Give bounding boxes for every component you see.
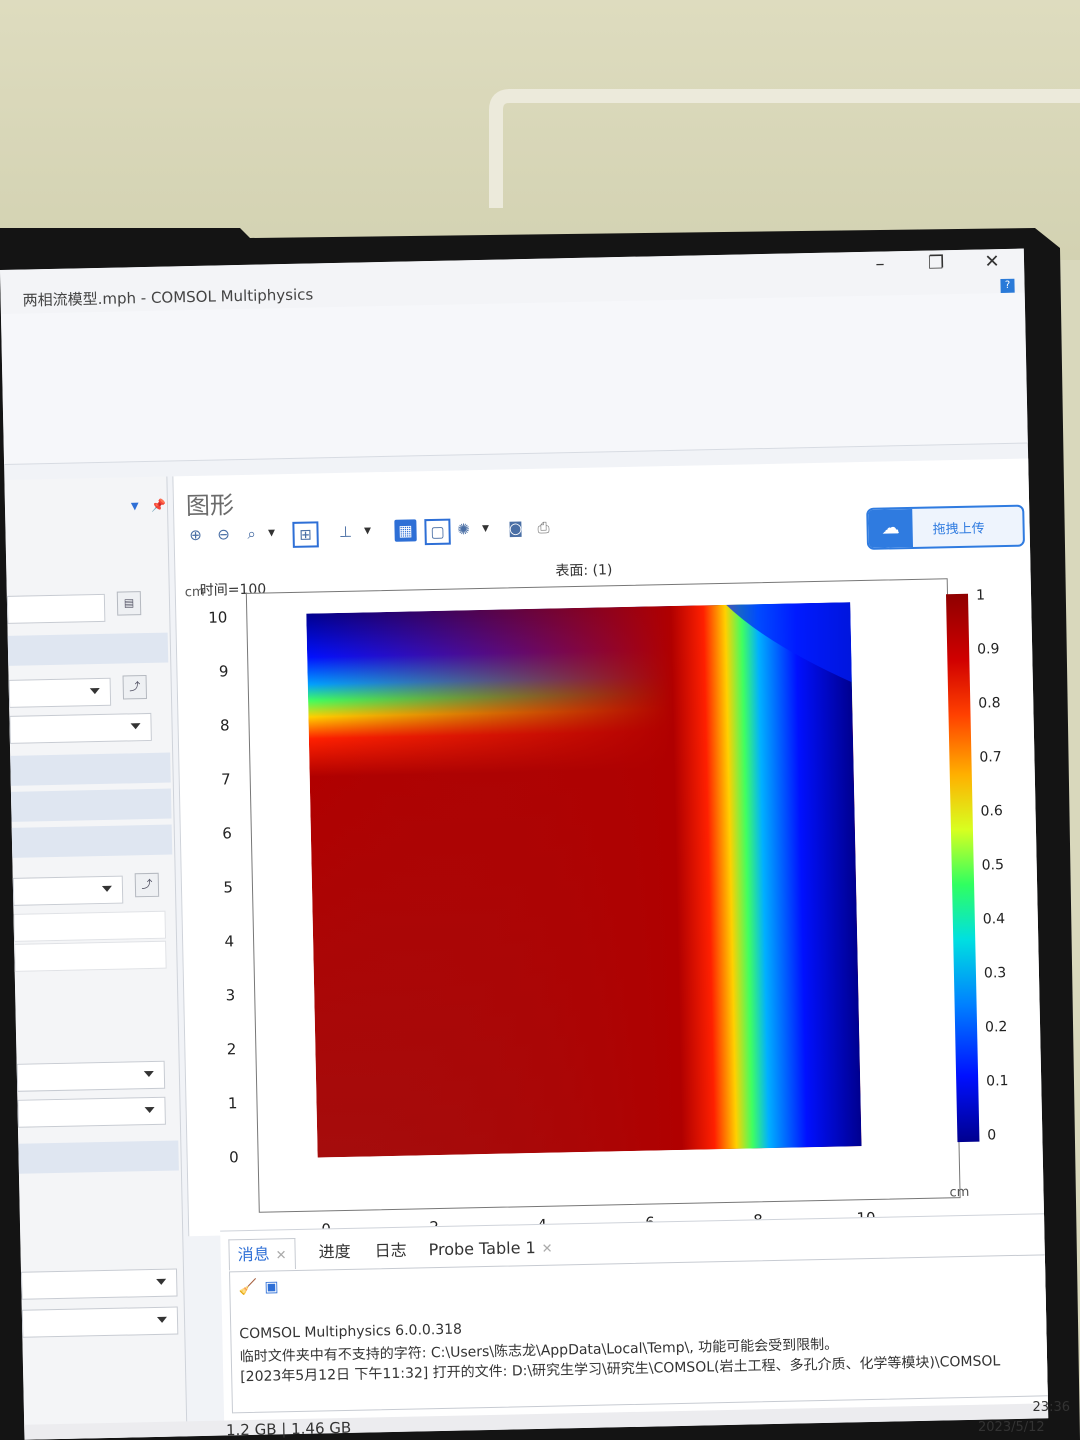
restore-icon[interactable]: ❐ bbox=[924, 252, 948, 273]
x-unit-label: cm bbox=[949, 1184, 970, 1201]
go-to-source-icon[interactable]: ⤴ bbox=[122, 675, 148, 700]
text-field[interactable] bbox=[14, 940, 167, 972]
y-tick: 9 bbox=[218, 662, 229, 681]
tab-probe-table[interactable]: Probe Table 1 ✕ bbox=[420, 1232, 561, 1265]
y-tick: 3 bbox=[225, 986, 236, 1005]
inherit-select[interactable] bbox=[21, 1306, 179, 1338]
minimize-icon[interactable]: – bbox=[868, 253, 892, 274]
upload-button[interactable]: ☁ 拖拽上传 bbox=[866, 504, 1026, 550]
y-tick: 1 bbox=[227, 1094, 238, 1113]
zoom-out-icon[interactable]: ⊖ bbox=[212, 523, 234, 545]
wall-cable bbox=[489, 89, 1080, 208]
label-field[interactable] bbox=[6, 593, 106, 624]
y-tick: 8 bbox=[219, 716, 230, 735]
cloud-upload-icon: ☁ bbox=[868, 508, 914, 548]
zoom-extents-icon[interactable]: ⊞ bbox=[292, 521, 319, 548]
scene-light-icon[interactable]: ✺ bbox=[452, 518, 474, 540]
frame-icon[interactable]: ▢ bbox=[424, 518, 451, 546]
section-header[interactable] bbox=[7, 632, 169, 666]
legend-tick: 0.8 bbox=[978, 695, 1001, 712]
legend-tick: 0.7 bbox=[979, 749, 1002, 766]
clock-date: 2023/5/12 bbox=[978, 1420, 1045, 1435]
legend-tick: 0.5 bbox=[981, 857, 1005, 874]
replace-expression-icon[interactable]: ⤴ bbox=[134, 872, 160, 898]
legend-tick: 1 bbox=[975, 587, 986, 604]
axis-icon[interactable]: ⊥ bbox=[334, 521, 356, 543]
dataset-select[interactable] bbox=[8, 677, 112, 708]
graphics-title: 图形 bbox=[185, 491, 235, 521]
legend-tick: 0 bbox=[987, 1127, 997, 1144]
screen: 两相流模型.mph - COMSOL Multiphysics – ❐ ✕ ? … bbox=[0, 248, 1049, 1440]
y-tick: 6 bbox=[222, 824, 233, 843]
section-header[interactable] bbox=[18, 1140, 179, 1174]
clock-time: 23:36 bbox=[1032, 1400, 1070, 1415]
y-tick: 7 bbox=[220, 770, 231, 789]
section-header[interactable] bbox=[11, 824, 173, 858]
color-table-select[interactable] bbox=[16, 1060, 166, 1092]
message-line: COMSOL Multiphysics 6.0.0.318 bbox=[239, 1321, 463, 1343]
quality-select[interactable] bbox=[20, 1268, 178, 1300]
tab-messages[interactable]: 消息 ✕ bbox=[228, 1238, 296, 1271]
y-tick: 5 bbox=[223, 878, 234, 897]
grid-icon[interactable]: ▦ bbox=[394, 519, 417, 542]
legend-tick: 0.3 bbox=[983, 965, 1007, 982]
tab-log[interactable]: 日志 bbox=[366, 1236, 415, 1267]
panel-action-icon[interactable]: ▤ bbox=[116, 591, 142, 616]
graphics-panel: 图形 ⊕ ⊖ ⌕ ▼ ⊞ ⊥ ▼ ▦ ▢ ✺ ▼ ◙ ⎙ ☁ 拖拽上传 时间=1… bbox=[172, 458, 1046, 1238]
panel-menu-icon[interactable]: ▼ bbox=[131, 501, 139, 512]
message-log[interactable]: 🧹 ▣ COMSOL Multiphysics 6.0.0.318 临时文件夹中… bbox=[229, 1253, 1049, 1414]
y-tick: 4 bbox=[224, 932, 235, 951]
legend-tick: 0.1 bbox=[986, 1073, 1009, 1090]
copy-icon[interactable]: ▣ bbox=[264, 1277, 279, 1295]
close-icon[interactable]: ✕ bbox=[542, 1242, 553, 1257]
print-icon[interactable]: ⎙ bbox=[532, 516, 554, 538]
tab-progress[interactable]: 进度 bbox=[310, 1237, 359, 1268]
time-select[interactable] bbox=[9, 712, 152, 744]
text-field[interactable] bbox=[13, 910, 167, 942]
close-icon[interactable]: ✕ bbox=[980, 251, 1004, 272]
memory-usage: 1.2 GB | 1.46 GB bbox=[225, 1418, 352, 1440]
settings-panel: ▼ 📌 ▤ ⤴ ⤴ bbox=[4, 476, 188, 1440]
zoom-in-icon[interactable]: ⊕ bbox=[184, 524, 206, 546]
color-scale-select[interactable] bbox=[17, 1096, 166, 1128]
upload-label: 拖拽上传 bbox=[932, 521, 985, 538]
legend-tick: 0.6 bbox=[980, 803, 1003, 820]
pin-icon[interactable]: 📌 bbox=[151, 499, 166, 513]
camera-icon[interactable]: ◙ bbox=[504, 517, 526, 539]
dropdown-icon[interactable]: ▼ bbox=[474, 518, 496, 540]
y-tick: 0 bbox=[228, 1148, 239, 1167]
legend-tick: 0.9 bbox=[976, 641, 1000, 658]
y-unit-label: cm bbox=[184, 584, 205, 601]
clear-icon[interactable]: 🧹 bbox=[238, 1278, 257, 1296]
close-icon[interactable]: ✕ bbox=[276, 1248, 287, 1263]
surface-plot bbox=[306, 602, 862, 1158]
legend-tick: 0.4 bbox=[982, 911, 1006, 928]
expression-select[interactable] bbox=[12, 875, 124, 906]
dropdown-icon[interactable]: ▼ bbox=[356, 520, 378, 542]
legend-tick: 0.2 bbox=[984, 1019, 1008, 1036]
dropdown-icon[interactable]: ▼ bbox=[260, 522, 282, 544]
section-header[interactable] bbox=[10, 788, 172, 822]
messages-panel: 消息 ✕ 进度 日志 Probe Table 1 ✕ 🧹 ▣ COMSOL Mult… bbox=[220, 1213, 1049, 1422]
y-tick: 2 bbox=[226, 1040, 237, 1059]
help-icon[interactable]: ? bbox=[1000, 278, 1015, 294]
section-header[interactable] bbox=[10, 752, 171, 786]
surface-label: 表面: (1) bbox=[555, 562, 613, 580]
ribbon bbox=[0, 292, 1028, 465]
window-title: 两相流模型.mph - COMSOL Multiphysics bbox=[22, 285, 314, 310]
y-tick: 10 bbox=[208, 608, 228, 627]
